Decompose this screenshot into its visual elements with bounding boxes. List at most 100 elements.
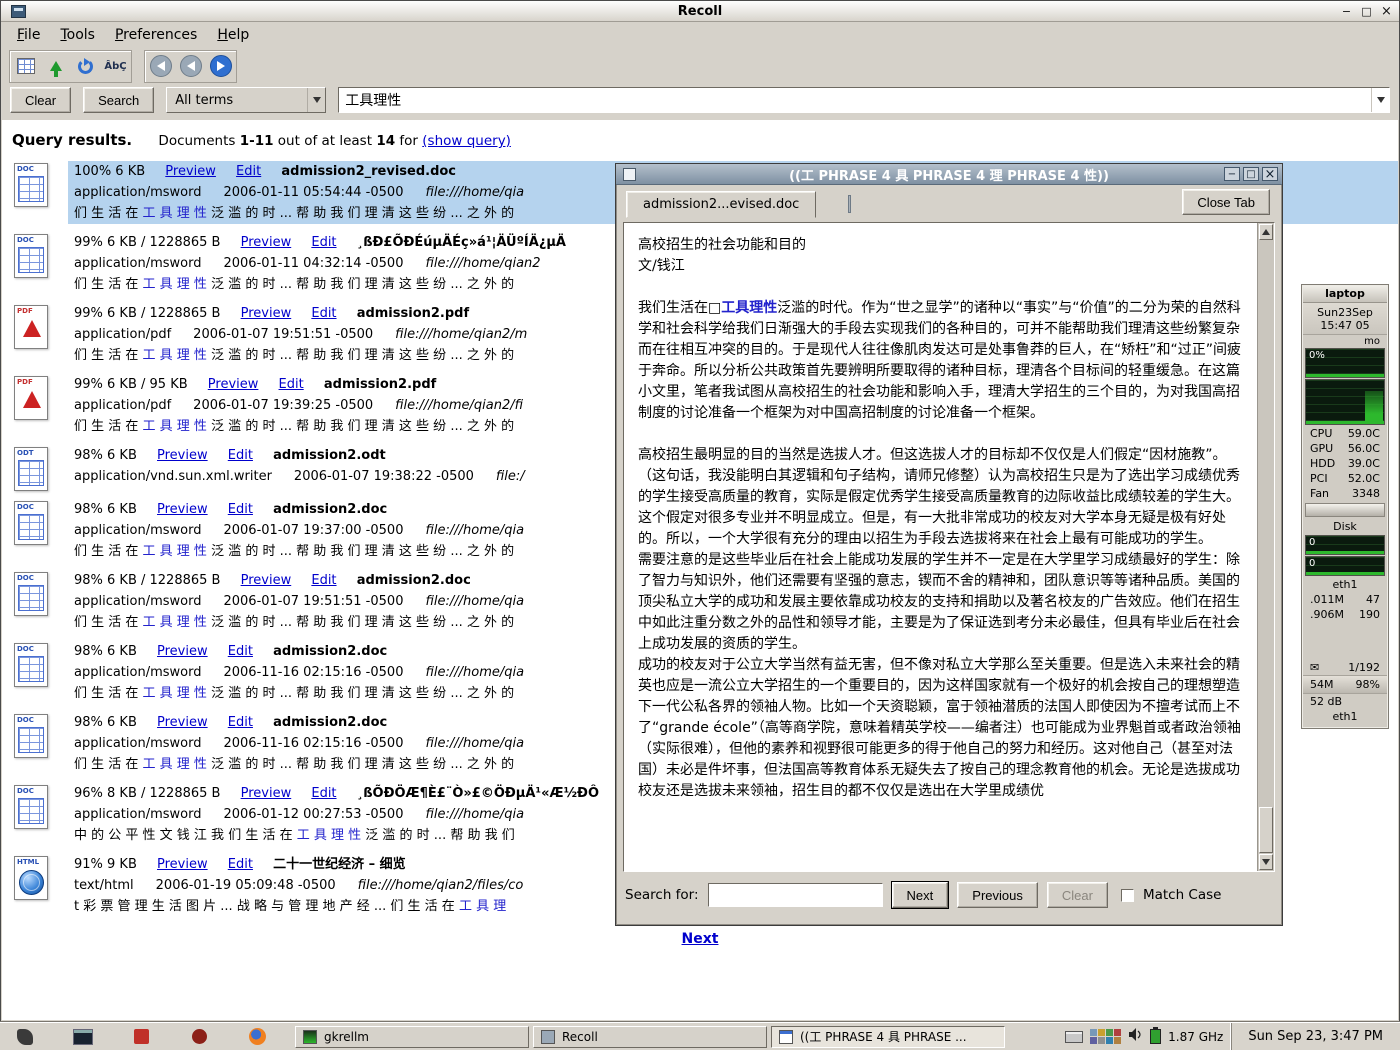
result-title: admission2.doc	[357, 573, 471, 588]
battery-icon[interactable]	[1150, 1029, 1161, 1044]
clear-button[interactable]: Clear	[10, 87, 71, 113]
task-button[interactable]: ((工 PHRASE 4 具 PHRASE ...	[771, 1026, 1005, 1048]
preview-minimize-icon[interactable]	[1224, 167, 1240, 181]
tray-icon-grid[interactable]	[1090, 1029, 1121, 1044]
mail-count: 1/192	[1348, 660, 1380, 675]
menu-preferences[interactable]: Preferences	[105, 24, 207, 46]
query-history-arrow-icon[interactable]	[1371, 88, 1389, 112]
preview-clear-button[interactable]: Clear	[1047, 882, 1108, 908]
window-title: Recoll	[1, 4, 1399, 19]
edit-link[interactable]: Edit	[311, 306, 336, 321]
menu-tools[interactable]: Tools	[50, 24, 105, 46]
close-tab-button[interactable]: Close Tab	[1182, 189, 1270, 215]
preview-link[interactable]: Preview	[241, 235, 292, 250]
preview-previous-button[interactable]: Previous	[957, 882, 1038, 908]
titlebar[interactable]: Recoll	[1, 1, 1399, 22]
preview-close-icon[interactable]	[1262, 167, 1278, 181]
maximize-icon[interactable]	[1358, 4, 1375, 19]
sort-arrow-icon	[50, 61, 62, 71]
edit-link[interactable]: Edit	[236, 164, 261, 179]
doc-file-icon: DOC	[14, 714, 48, 758]
preview-tab[interactable]: admission2...evised.doc	[626, 191, 816, 218]
menu-help[interactable]: Help	[207, 24, 259, 46]
net-label[interactable]: eth1	[1303, 577, 1387, 592]
keyboard-icon[interactable]	[1065, 1031, 1083, 1043]
preview-search-input[interactable]	[708, 883, 883, 907]
scrollbar[interactable]	[1257, 223, 1274, 871]
preview-link[interactable]: Preview	[241, 786, 292, 801]
fan-row: Fan3348	[1303, 486, 1387, 501]
menu-file[interactable]: File	[7, 24, 50, 46]
preview-titlebar[interactable]: ((工 PHRASE 4 具 PHRASE 4 理 PHRASE 4 性))	[616, 164, 1282, 185]
doc-file-icon: DOC	[14, 785, 48, 829]
battery-chart: 0%	[1305, 348, 1385, 378]
recoll-app-icon	[11, 5, 26, 18]
doc-file-icon: DOC	[14, 501, 48, 545]
battery-percent: 0%	[1309, 350, 1325, 361]
terminal-launcher-icon[interactable]	[71, 1026, 95, 1048]
edit-link[interactable]: Edit	[228, 502, 253, 517]
previous-page-button[interactable]	[177, 53, 204, 80]
preview-link[interactable]: Preview	[157, 857, 208, 872]
toolbar: ÂbÇ	[1, 48, 1399, 84]
disk-label[interactable]: Disk	[1303, 519, 1387, 534]
firefox-launcher-icon[interactable]	[245, 1026, 269, 1048]
update-index-button[interactable]	[72, 53, 99, 80]
preview-maximize-icon[interactable]	[1243, 167, 1259, 181]
result-title: admission2.doc	[273, 644, 387, 659]
next-page-button[interactable]	[207, 53, 234, 80]
minimize-icon[interactable]	[1338, 4, 1355, 19]
term-explorer-button[interactable]: ÂbÇ	[102, 53, 129, 80]
preview-link[interactable]: Preview	[241, 573, 292, 588]
preview-next-button[interactable]: Next	[892, 882, 949, 908]
scroll-up-icon[interactable]	[1259, 224, 1273, 240]
scroll-thumb[interactable]	[1259, 807, 1273, 853]
preview-text[interactable]: 高校招生的社会功能和目的文/钱江 我们生活在□工具理性泛滥的时代。作为“世之显学…	[624, 223, 1257, 871]
preview-link[interactable]: Preview	[208, 377, 259, 392]
task-button[interactable]: gkrellm	[295, 1026, 529, 1048]
preview-link[interactable]: Preview	[165, 164, 216, 179]
preview-link[interactable]: Preview	[241, 306, 292, 321]
previous-page-icon	[180, 55, 202, 77]
edit-link[interactable]: Edit	[228, 857, 253, 872]
edit-link[interactable]: Edit	[228, 715, 253, 730]
preview-link[interactable]: Preview	[157, 502, 208, 517]
odt-file-icon: ODT	[14, 447, 48, 491]
edit-link[interactable]: Edit	[311, 235, 336, 250]
task-icon	[779, 1030, 793, 1044]
next-page-link[interactable]: Next	[2, 931, 1398, 947]
search-mode-dropdown[interactable]: All terms	[166, 87, 326, 113]
edit-link[interactable]: Edit	[311, 786, 336, 801]
edit-link[interactable]: Edit	[279, 377, 304, 392]
preview-link[interactable]: Preview	[157, 448, 208, 463]
edit-link[interactable]: Edit	[228, 644, 253, 659]
app-launcher2-icon[interactable]	[187, 1026, 211, 1048]
document-history-button[interactable]	[12, 53, 39, 80]
app-launcher-icon[interactable]	[129, 1026, 153, 1048]
task-button[interactable]: Recoll	[533, 1026, 767, 1048]
edit-link[interactable]: Edit	[228, 448, 253, 463]
first-page-button[interactable]	[147, 53, 174, 80]
match-case-checkbox[interactable]	[1121, 889, 1134, 902]
fan-krell-meter	[1305, 503, 1385, 517]
search-input[interactable]	[339, 88, 1371, 112]
search-button[interactable]: Search	[83, 87, 154, 113]
preview-window: ((工 PHRASE 4 具 PHRASE 4 理 PHRASE 4 性)) a…	[615, 163, 1283, 926]
memory-used: 54M	[1310, 676, 1334, 693]
result-relevance: 99% 6 KB / 95 KB	[74, 377, 188, 392]
gkrellm-hostname[interactable]: laptop	[1303, 286, 1387, 303]
temp-row: GPU56.0C	[1303, 441, 1387, 456]
volume-row: 52 dB	[1303, 694, 1387, 709]
show-query-link[interactable]: (show query)	[422, 133, 511, 149]
edit-link[interactable]: Edit	[311, 573, 336, 588]
scroll-down-icon[interactable]	[1259, 854, 1273, 870]
results-header: Query results. Documents 1-11 out of at …	[2, 120, 1398, 157]
preview-link[interactable]: Preview	[157, 644, 208, 659]
result-relevance: 98% 6 KB / 1228865 B	[74, 573, 220, 588]
speaker-icon[interactable]	[1128, 1027, 1143, 1046]
memory-percent: 98%	[1356, 676, 1380, 693]
preview-link[interactable]: Preview	[157, 715, 208, 730]
window-manager-icon[interactable]	[13, 1026, 37, 1048]
close-icon[interactable]	[1378, 4, 1395, 19]
sort-button[interactable]	[42, 53, 69, 80]
